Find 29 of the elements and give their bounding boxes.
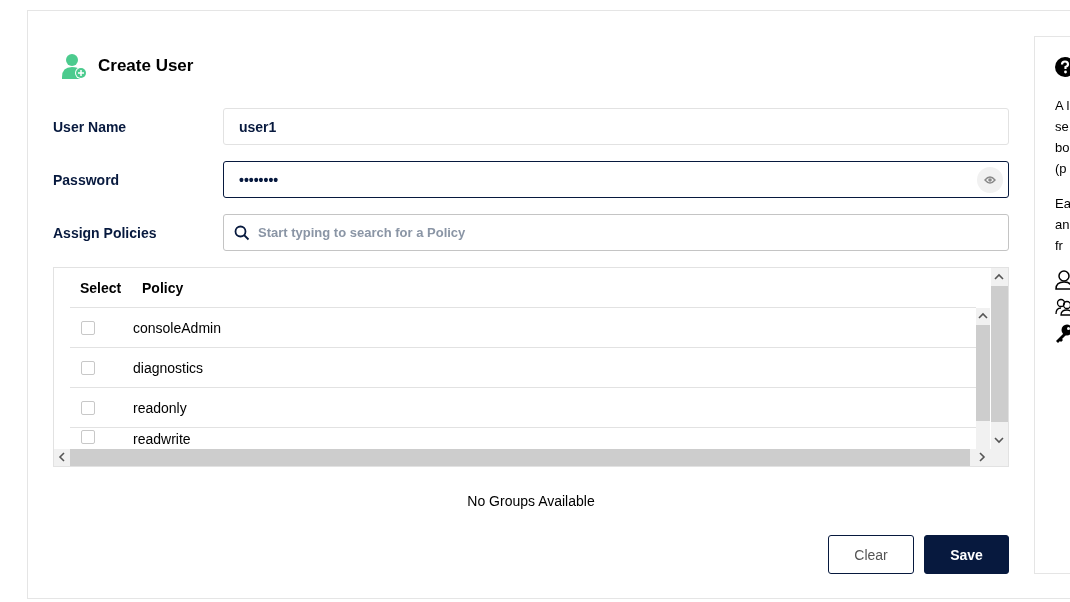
table-cell: diagnostics [133,358,204,377]
column-header: Select [79,279,123,296]
checkbox[interactable] [81,400,95,415]
page-title: Create User [98,56,194,76]
scrollbar[interactable] [976,308,990,449]
save-button[interactable]: Save [924,535,1009,574]
user-icon [1055,270,1070,290]
eye-icon[interactable] [977,166,1003,193]
search-icon [234,224,250,241]
help-text: Ea an fr [1055,195,1070,255]
user-add-icon [62,53,88,79]
checkbox[interactable] [81,320,95,335]
table-cell: readwrite [133,430,191,448]
empty-message: No Groups Available [466,493,596,509]
field-label: Assign Policies [53,224,158,241]
clear-button[interactable]: Clear [828,535,914,574]
help-text: A l se bo (p [1055,97,1070,178]
checkbox[interactable] [81,430,95,444]
column-header: Policy [142,279,184,296]
table-cell: consoleAdmin [133,318,221,337]
scrollbar[interactable] [54,449,1008,466]
table-cell: readonly [133,398,187,417]
field-label: User Name [53,118,128,135]
field-label: Password [53,171,121,188]
password-field[interactable]: •••••••• [223,161,1009,198]
users-icon [1055,298,1070,316]
scrollbar[interactable] [991,268,1008,450]
input-field[interactable]: user1 [223,108,1009,145]
checkbox[interactable] [81,360,95,375]
